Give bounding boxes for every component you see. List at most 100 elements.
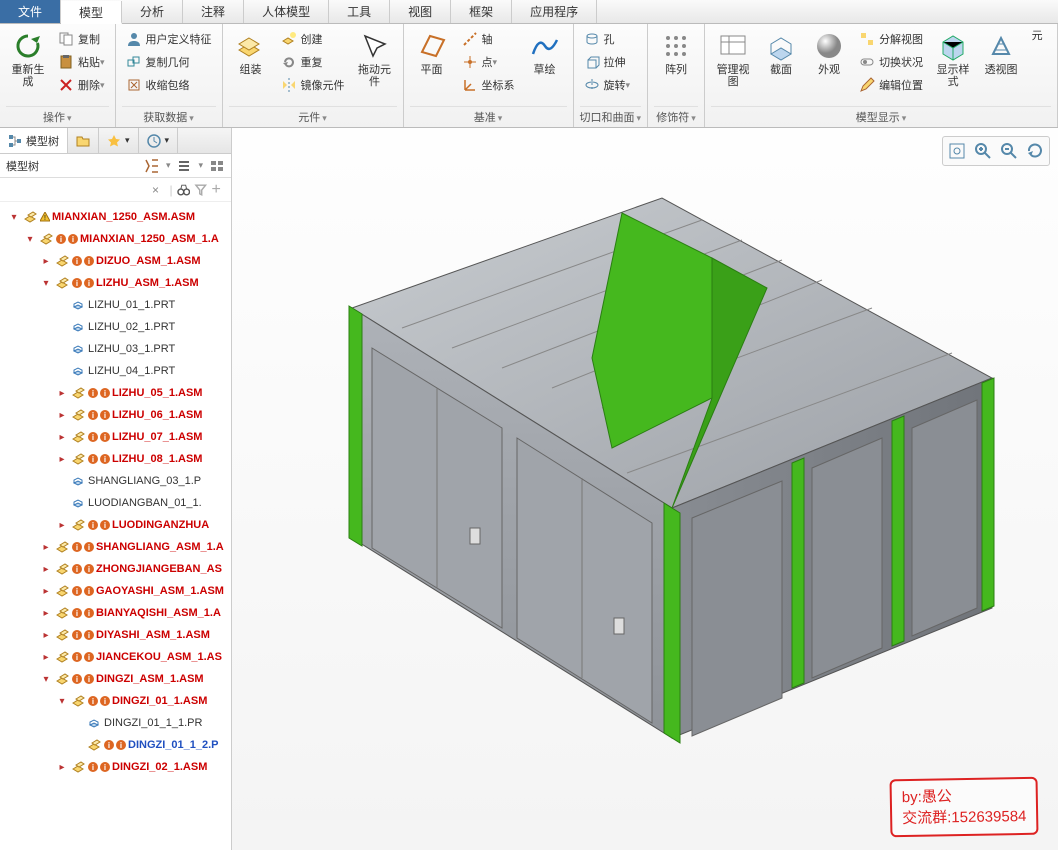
switch-icon [859,54,875,70]
regen-button[interactable]: 重新生成 [6,28,50,90]
copygeo-button[interactable]: 复制几何 [122,51,216,73]
tree-node[interactable]: LIZHU_03_1.PRT [4,338,231,360]
tree-node[interactable]: ▾iiLIZHU_ASM_1.ASM [4,272,231,294]
pattern-icon [660,30,692,62]
delete-icon [58,77,74,93]
tab-history[interactable]: ▾ [139,128,179,153]
binoculars-icon[interactable] [177,183,190,197]
tree-node[interactable]: ▸iiJIANCEKOU_ASM_1.AS [4,646,231,668]
shrinkwrap-button[interactable]: 收缩包络 [122,74,216,96]
csys-button[interactable]: 坐标系 [458,74,519,96]
tree-node-label: DINGZI_ASM_1.ASM [96,673,204,685]
zoom-out-icon [1000,142,1018,160]
info-badge: i [88,410,98,420]
filter-icon[interactable] [194,183,207,197]
pattern-button[interactable]: 阵列 [654,28,698,78]
settings-icon[interactable] [144,158,160,174]
menu-tab-8[interactable]: 应用程序 [512,0,597,23]
display-style-button[interactable]: 显示样式 [931,28,975,90]
sketch-button[interactable]: 草绘 [523,28,567,78]
tree-node[interactable]: ▸iiBIANYAQISHI_ASM_1.A [4,602,231,624]
create-button[interactable]: 创建 [277,28,349,50]
tree-node[interactable]: ▸iiLUODINGANZHUA [4,514,231,536]
tree-node[interactable]: LUODIANGBAN_01_1. [4,492,231,514]
menu-tab-4[interactable]: 人体模型 [244,0,329,23]
tree-node[interactable]: ▾!MIANXIAN_1250_ASM.ASM [4,206,231,228]
copy-button[interactable]: 复制 [54,28,109,50]
show-icon[interactable] [209,158,225,174]
perspective-button[interactable]: 透视图 [979,28,1023,78]
tree-node[interactable]: ▸iiSHANGLIANG_ASM_1.A [4,536,231,558]
assemble-button[interactable]: 组装 [229,28,273,78]
tree-node[interactable]: LIZHU_02_1.PRT [4,316,231,338]
paste-button[interactable]: 粘贴▾ [54,51,109,73]
menu-tab-2[interactable]: 分析 [122,0,183,23]
component-display-button[interactable]: 元 [1027,28,1047,44]
section-button[interactable]: 截面 [759,28,803,78]
tree-node[interactable]: ▾iiDINGZI_ASM_1.ASM [4,668,231,690]
refit-button[interactable] [945,139,969,163]
tree-node[interactable]: LIZHU_01_1.PRT [4,294,231,316]
drag-button[interactable]: 拖动元件 [353,28,397,90]
edit-pos-button[interactable]: 编辑位置 [855,74,927,96]
tree-icon [8,134,22,148]
ribbon-group-datum: 平面 轴 点▾ 坐标系 草绘 基准▾ [404,24,574,127]
tree-node[interactable]: iiDINGZI_01_1_2.P [4,734,231,756]
appearance-button[interactable]: 外观 [807,28,851,78]
tree-node[interactable]: DINGZI_01_1_1.PR [4,712,231,734]
tree-node[interactable]: ▸iiDIZUO_ASM_1.ASM [4,250,231,272]
udf-button[interactable]: 用户定义特征 [122,28,216,50]
tree-search-input[interactable] [6,184,148,196]
menu-tab-6[interactable]: 视图 [390,0,451,23]
tab-model-tree[interactable]: 模型树 [0,128,68,153]
extrude-button[interactable]: 拉伸 [580,51,635,73]
plane-button[interactable]: 平面 [410,28,454,78]
tree-node[interactable]: ▸iiLIZHU_06_1.ASM [4,404,231,426]
tab-favorites[interactable]: ▾ [99,128,139,153]
zoom-out-button[interactable] [997,139,1021,163]
menu-tab-1[interactable]: 模型 [61,1,122,24]
list-icon[interactable] [176,158,192,174]
clear-icon[interactable]: × [152,183,165,197]
info-badge: i [100,454,110,464]
mirror-button[interactable]: 镜像元件 [277,74,349,96]
assembly-icon [71,518,85,532]
menu-tab-3[interactable]: 注释 [183,0,244,23]
point-button[interactable]: 点▾ [458,51,519,73]
menu-tab-5[interactable]: 工具 [329,0,390,23]
tree-node[interactable]: ▾iiMIANXIAN_1250_ASM_1.A [4,228,231,250]
assembly-icon [55,606,69,620]
tree-node[interactable]: ▸iiLIZHU_05_1.ASM [4,382,231,404]
add-icon[interactable]: + [212,183,225,197]
zoom-in-button[interactable] [971,139,995,163]
revolve-button[interactable]: 旋转▾ [580,74,635,96]
manage-views-button[interactable]: 管理视图 [711,28,755,90]
tree-node[interactable]: ▸iiDINGZI_02_1.ASM [4,756,231,778]
viewport-3d[interactable]: by:愚公 交流群:152639584 [232,128,1058,850]
menu-tab-7[interactable]: 框架 [451,0,512,23]
tree-node[interactable]: ▸iiGAOYASHI_ASM_1.ASM [4,580,231,602]
redo-button[interactable]: 重复 [277,51,349,73]
tree-node[interactable]: ▸iiZHONGJIANGEBAN_AS [4,558,231,580]
repaint-button[interactable] [1023,139,1047,163]
hole-button[interactable]: 孔 [580,28,635,50]
refresh-icon [12,30,44,62]
tree-node[interactable]: ▸iiLIZHU_08_1.ASM [4,448,231,470]
mirror-icon [281,77,297,93]
tree-node[interactable]: LIZHU_04_1.PRT [4,360,231,382]
menu-tab-0[interactable]: 文件 [0,0,61,23]
tree-node-label: ZHONGJIANGEBAN_AS [96,563,222,575]
axis-button[interactable]: 轴 [458,28,519,50]
tree-node-label: DIZUO_ASM_1.ASM [96,255,201,267]
tab-folder[interactable] [68,128,99,153]
explode-button[interactable]: 分解视图 [855,28,927,50]
tree-node[interactable]: ▸iiLIZHU_07_1.ASM [4,426,231,448]
part-icon [71,364,85,378]
delete-button[interactable]: 删除▾ [54,74,109,96]
switch-state-button[interactable]: 切换状况 [855,51,927,73]
tree-node[interactable]: ▸iiDIYASHI_ASM_1.ASM [4,624,231,646]
info-badge: i [104,740,114,750]
info-badge: i [84,608,94,618]
tree-node[interactable]: SHANGLIANG_03_1.P [4,470,231,492]
tree-node[interactable]: ▾iiDINGZI_01_1.ASM [4,690,231,712]
